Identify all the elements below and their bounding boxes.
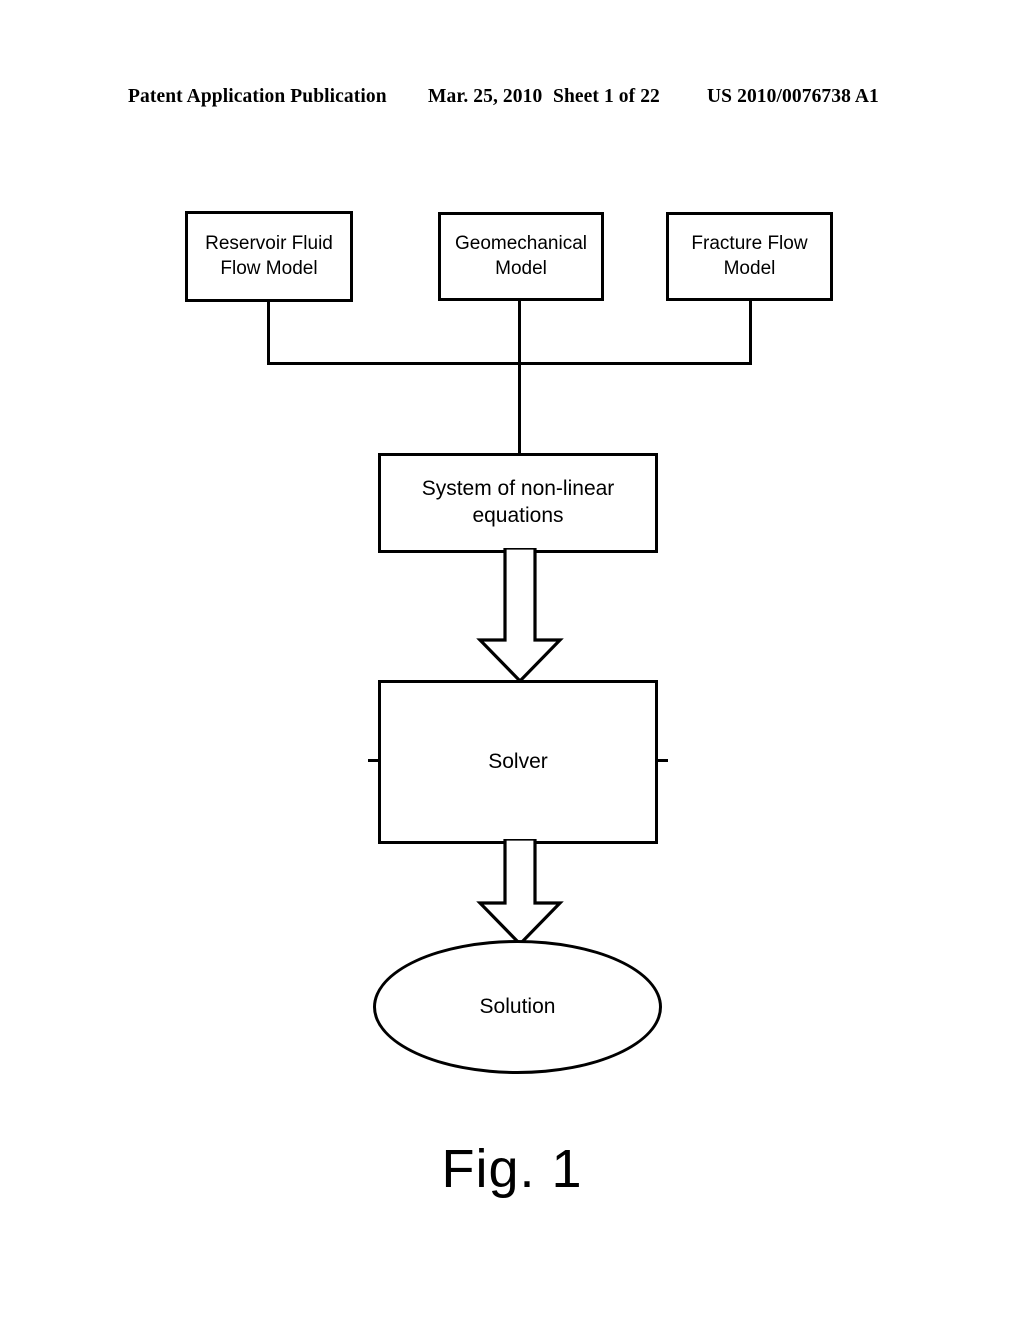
node-label-line-2: Model <box>723 257 776 279</box>
node-label-line-2: Model <box>495 257 547 279</box>
node-label: System of non-linear equations <box>422 476 615 530</box>
node-label-line-1: System of non-linear <box>421 477 615 501</box>
connector-geomechanical-drop <box>518 301 521 365</box>
node-label-line-1: Fracture Flow <box>691 233 808 255</box>
node-label-line-2: Flow Model <box>220 257 318 279</box>
figure-1-diagram: Reservoir Fluid Flow Model Geomechanical… <box>0 0 1024 1320</box>
connector-fracture-drop <box>749 301 752 365</box>
node-solver: Solver <box>378 680 658 844</box>
node-label: Geomechanical Model <box>455 232 587 281</box>
patent-page: Patent Application Publication Mar. 25, … <box>0 0 1024 1320</box>
node-label: Solver <box>488 749 548 773</box>
solver-left-connector-tick <box>368 759 378 762</box>
node-system-of-non-linear-equations: System of non-linear equations <box>378 453 658 553</box>
node-label: Reservoir Fluid Flow Model <box>205 232 333 281</box>
connector-bus-to-system-equations <box>518 362 521 455</box>
node-label: Fracture Flow Model <box>691 232 807 281</box>
solver-right-connector-tick <box>658 759 668 762</box>
node-reservoir-fluid-flow-model: Reservoir Fluid Flow Model <box>185 211 353 302</box>
connector-reservoir-drop <box>267 302 270 365</box>
node-label-line-2: equations <box>472 504 564 527</box>
node-geomechanical-model: Geomechanical Model <box>438 212 604 301</box>
node-label: Solution <box>479 995 556 1018</box>
node-solution: Solution <box>373 940 662 1074</box>
node-label-line-1: Geomechanical <box>454 233 588 255</box>
node-fracture-flow-model: Fracture Flow Model <box>666 212 833 301</box>
node-label-line-1: Reservoir Fluid <box>205 233 333 255</box>
block-arrow-down-to-solution <box>476 839 564 947</box>
figure-caption: Fig. 1 <box>441 1139 583 1199</box>
connector-bus-line <box>267 362 752 365</box>
block-arrow-down-to-solver <box>476 548 564 684</box>
